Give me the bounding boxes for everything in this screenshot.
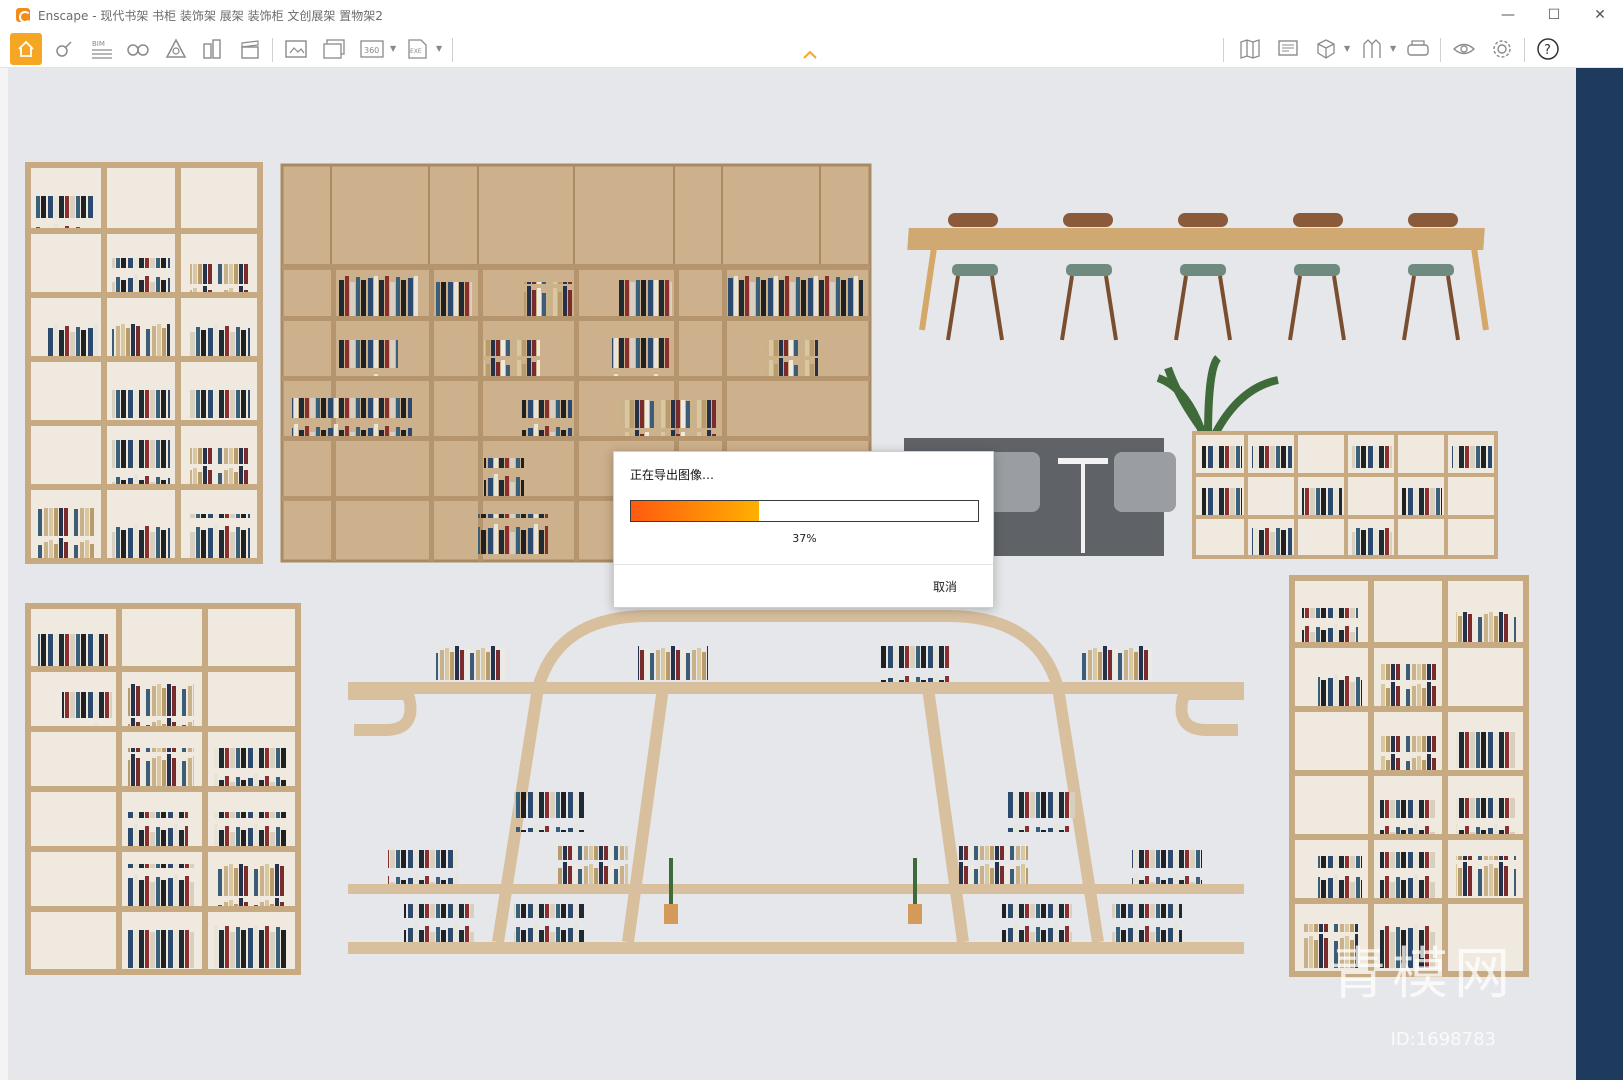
maximize-button[interactable]: ☐: [1531, 0, 1577, 30]
monitor-button[interactable]: [1272, 33, 1304, 65]
svg-text:?: ?: [1544, 43, 1551, 58]
gear-icon: [1493, 40, 1511, 58]
video-editor-button[interactable]: [234, 33, 266, 65]
path-icon: [1363, 39, 1381, 58]
watermark-brand: 青模网: [1330, 942, 1516, 1007]
panorama-button[interactable]: 360: [356, 33, 388, 65]
chevron-down-icon[interactable]: ▼: [436, 44, 442, 53]
chevron-down-icon[interactable]: ▼: [1344, 44, 1350, 53]
window-title: Enscape - 现代书架 书柜 装饰架 展架 装饰柜 文创展架 置物架2: [38, 8, 383, 23]
help-icon: ?: [1537, 38, 1559, 60]
export-exe-icon: EXE: [408, 39, 427, 59]
batch-render-button[interactable]: [318, 33, 350, 65]
materials-icon: [165, 38, 187, 58]
clapperboard-icon: [241, 40, 259, 59]
settings-button[interactable]: [1486, 33, 1518, 65]
cancel-button[interactable]: 取消: [927, 576, 963, 597]
batch-render-icon: [323, 39, 345, 59]
help-button[interactable]: ?: [1532, 33, 1564, 65]
screenshot-icon: [285, 40, 307, 58]
window-controls: — ☐ ✕: [1485, 0, 1623, 30]
bookcase-left-bottom: [25, 603, 301, 975]
buildings-icon: [203, 39, 221, 59]
cube-button[interactable]: [1310, 33, 1342, 65]
vr-button[interactable]: [1402, 33, 1434, 65]
toolbar-separator: [272, 38, 273, 62]
path-button[interactable]: [1356, 33, 1388, 65]
bookcase-left-top: [25, 162, 263, 564]
svg-text:360: 360: [364, 46, 379, 55]
dialog-divider: [614, 564, 993, 565]
dining-set: [907, 213, 1489, 341]
cube-icon: [1317, 39, 1335, 59]
watermark-id: ID:1698783: [1390, 1029, 1496, 1050]
left-window-edge: [0, 68, 8, 1080]
svg-text:EXE: EXE: [410, 48, 422, 55]
bim-icon: BIM: [92, 40, 112, 59]
home-icon: [18, 40, 34, 57]
panorama-360-icon: 360: [360, 40, 384, 58]
monitor-icon: [1278, 40, 1298, 56]
materials-button[interactable]: [160, 33, 192, 65]
progress-percent: 37%: [792, 532, 817, 545]
minimize-button[interactable]: —: [1485, 0, 1531, 30]
svg-text:BIM: BIM: [92, 40, 105, 48]
title-bar: Enscape - 现代书架 书柜 装饰架 展架 装饰柜 文创展架 置物架2 —…: [0, 0, 1623, 30]
export-button[interactable]: EXE: [402, 33, 434, 65]
main-toolbar: BIM 360 ▼ EXE ▼ ▼ ▼ ?: [0, 30, 1623, 68]
chevron-down-icon[interactable]: ▼: [1390, 44, 1396, 53]
desktop-background: [1576, 68, 1623, 1080]
screenshot-button[interactable]: [280, 33, 312, 65]
vr-headset-icon: [1407, 40, 1429, 56]
toolbar-separator: [1524, 38, 1525, 62]
binoculars-icon: [127, 44, 149, 56]
collapse-toolbar-icon[interactable]: [803, 50, 817, 60]
asset-library-icon: [56, 41, 72, 57]
enscape-logo-icon: [16, 8, 31, 23]
bookcase-right: [1289, 575, 1529, 977]
map-button[interactable]: [1234, 33, 1266, 65]
home-button[interactable]: [10, 33, 42, 65]
map-icon: [1240, 39, 1260, 59]
toolbar-separator: [452, 38, 453, 62]
buildings-button[interactable]: [196, 33, 228, 65]
toolbar-separator: [1440, 38, 1441, 62]
eye-icon: [1452, 43, 1476, 55]
bim-button[interactable]: BIM: [86, 33, 118, 65]
dialog-title: 正在导出图像…: [630, 468, 715, 482]
chevron-down-icon[interactable]: ▼: [390, 44, 396, 53]
visibility-button[interactable]: [1448, 33, 1480, 65]
close-button[interactable]: ✕: [1577, 0, 1623, 30]
asset-library-button[interactable]: [48, 33, 80, 65]
toolbar-separator: [1223, 38, 1224, 62]
view-button[interactable]: [122, 33, 154, 65]
progress-bar-fill: [631, 501, 760, 521]
progress-bar: [630, 500, 979, 522]
bookcase-curved: [1192, 431, 1498, 559]
export-progress-dialog: 正在导出图像… 37% 取消: [613, 451, 994, 608]
